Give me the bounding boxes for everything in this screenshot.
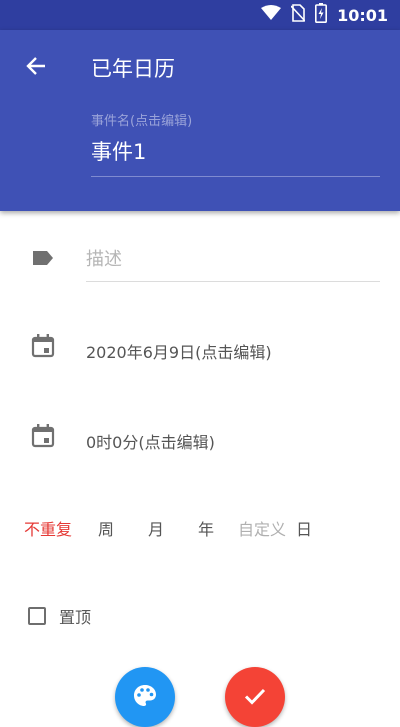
pin-row[interactable]: 置顶 bbox=[28, 604, 91, 628]
arrow-back-icon bbox=[25, 55, 47, 81]
date-field[interactable]: 2020年6月9日(点击编辑) bbox=[86, 339, 272, 363]
check-icon bbox=[242, 683, 268, 713]
status-bar: 10:01 bbox=[0, 0, 400, 30]
time-field[interactable]: 0时0分(点击编辑) bbox=[86, 429, 215, 453]
repeat-option-year[interactable]: 年 bbox=[198, 516, 214, 540]
status-time: 10:01 bbox=[337, 5, 388, 25]
time-calendar-icon bbox=[30, 423, 56, 449]
page-title: 已年日历 bbox=[91, 57, 175, 81]
label-icon bbox=[30, 245, 56, 271]
repeat-option-month[interactable]: 月 bbox=[148, 516, 164, 540]
event-name-underline bbox=[91, 176, 380, 177]
palette-button[interactable] bbox=[115, 667, 175, 727]
event-name-field[interactable]: 事件1 bbox=[91, 136, 146, 166]
pin-label: 置顶 bbox=[59, 608, 92, 627]
pin-checkbox[interactable] bbox=[28, 607, 46, 625]
repeat-option-week[interactable]: 周 bbox=[98, 516, 114, 540]
repeat-option-none[interactable]: 不重复 bbox=[24, 516, 72, 540]
wifi-icon bbox=[261, 5, 282, 25]
no-sim-icon bbox=[290, 4, 306, 26]
description-input[interactable]: 描述 bbox=[86, 245, 380, 273]
event-name-hint: 事件名(点击编辑) bbox=[91, 114, 193, 129]
back-button[interactable] bbox=[18, 50, 54, 86]
description-underline bbox=[86, 281, 380, 282]
palette-icon bbox=[132, 683, 158, 713]
status-icons: 10:01 bbox=[261, 3, 388, 27]
repeat-option-day[interactable]: 日 bbox=[296, 516, 312, 540]
confirm-button[interactable] bbox=[225, 667, 285, 727]
repeat-option-custom[interactable]: 自定义 bbox=[238, 516, 286, 540]
calendar-icon bbox=[30, 333, 56, 359]
battery-charging-icon bbox=[315, 3, 328, 27]
app-bar: 已年日历 事件名(点击编辑) 事件1 bbox=[0, 30, 400, 211]
